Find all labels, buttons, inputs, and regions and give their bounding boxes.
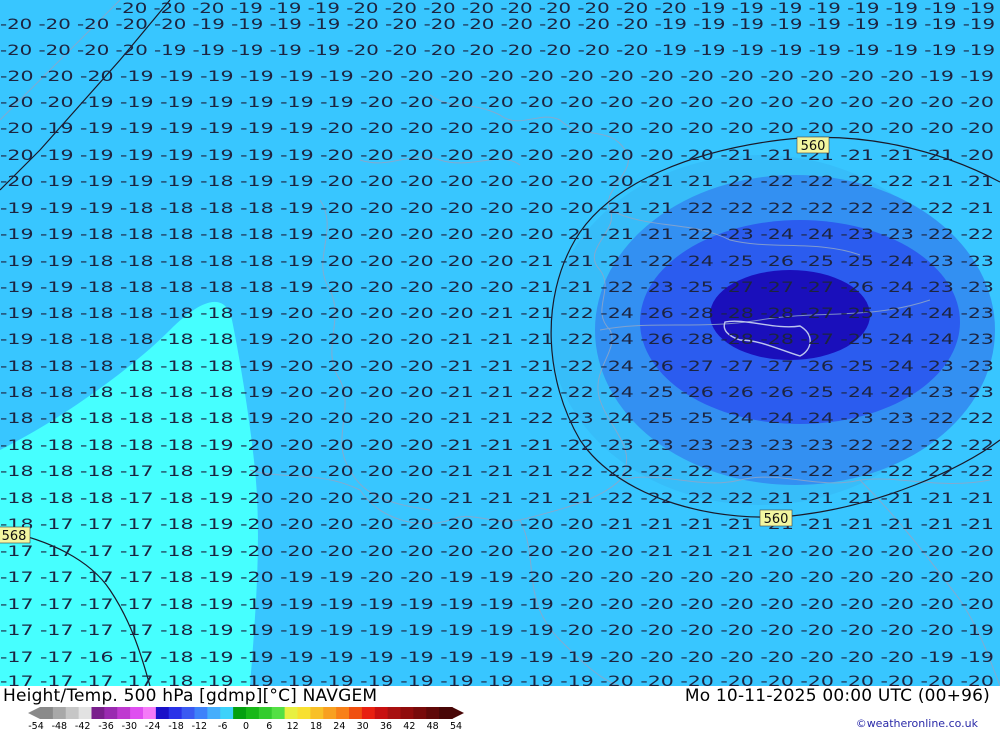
contour-label-text: 568 [2,529,27,544]
legend-swatch [143,707,157,719]
legend-swatch [194,707,208,719]
legend-tick-label: -36 [98,721,114,732]
legend-swatch [258,707,273,719]
legend-tick-label: -42 [74,721,91,732]
map-title: Height/Temp. 500 hPa [gdmp][°C] NAVGEM [3,686,378,706]
value-row: -19 -19 -18 -18 -18 -18 -18 -19 -20 -20 … [0,254,994,270]
value-row: -19 -18 -18 -18 -18 -18 -19 -20 -20 -20 … [0,332,994,348]
legend-tick-label: 48 [426,721,439,732]
legend-swatch [271,707,286,719]
legend-swatch [400,707,414,719]
legend-swatch [349,707,363,719]
legend-tick-label: 12 [286,721,299,732]
legend-swatch [413,707,427,719]
forecast-time: Mo 10-11-2025 00:00 UTC (00+96) [684,686,990,706]
value-row: -18 -18 -18 -18 -18 -19 -20 -20 -20 -20 … [0,438,994,454]
legend-tick-label: -18 [168,721,184,732]
legend-tick-label: -6 [217,721,228,732]
legend-swatch [168,707,183,719]
legend-swatch [104,707,118,719]
value-row: -17 -17 -17 -17 -18 -19 -20 -19 -19 -20 … [0,570,994,586]
value-row: -18 -18 -18 -18 -18 -18 -19 -20 -20 -20 … [0,385,994,401]
legend-tick-label: 42 [403,721,416,732]
legend-swatch [387,707,402,719]
legend-tick-label: 36 [379,721,393,732]
value-row: -17 -17 -17 -17 -18 -19 -19 -19 -19 -19 … [0,674,994,686]
legend-swatch [310,707,324,719]
legend-swatch [78,707,93,719]
legend-swatch [336,707,350,719]
value-row: -20 -20 -20 -19 -19 -19 -20 -20 -20 -20 … [115,1,995,17]
legend-swatch [207,707,221,719]
contour-label-560-top: 560 [796,136,830,154]
legend-tick-label: 6 [266,721,273,732]
legend-tick-label: -12 [191,721,208,732]
value-row: -17 -17 -16 -17 -18 -19 -19 -19 -19 -19 … [0,650,994,666]
value-row: -17 -17 -17 -17 -18 -19 -20 -20 -20 -20 … [0,544,994,560]
temperature-values: -20 -20 -20 -19 -19 -19 -20 -20 -20 -20 … [0,1,995,686]
value-row: -17 -17 -17 -17 -18 -19 -19 -19 -19 -19 … [0,597,994,613]
legend-swatch [220,707,234,719]
legend-tick-label: 30 [356,721,369,732]
value-row: -20 -19 -19 -19 -19 -19 -19 -19 -20 -20 … [0,148,994,164]
legend-ticks: -54 -48 -42 -36 -30 -24 -18 -12 -6 0 6 12 18 24 30 36 42… [0,721,480,733]
value-row: -20 -20 -19 -19 -19 -19 -19 -19 -19 -20 … [0,95,994,111]
legend-tick-label: 18 [309,721,323,732]
legend-swatch [181,707,196,719]
legend-swatch [155,707,170,719]
value-row: -20 -19 -19 -19 -19 -18 -19 -19 -20 -20 … [0,174,994,190]
contour-label-568: 568 [0,526,31,544]
legend-swatch [361,707,376,719]
legend-swatch [323,707,337,719]
legend-tick-label: -54 [28,721,44,732]
value-row: -20 -20 -20 -20 -20 -19 -19 -19 -19 -20 … [0,17,995,33]
value-row: -20 -20 -20 -19 -19 -19 -19 -19 -19 -20 … [0,69,994,85]
legend-swatch [130,707,144,719]
legend-swatch [246,707,260,719]
legend-swatch [52,707,67,719]
value-row: -19 -18 -18 -18 -18 -18 -19 -20 -20 -20 … [0,306,994,322]
legend-tick-label: -24 [144,721,161,732]
legend-tick-label: 0 [242,721,250,732]
legend-swatch [439,707,453,719]
legend-tick-label: 24 [333,721,346,732]
legend-swatch [374,707,389,719]
credit-link[interactable]: ©weatheronline.co.uk [856,717,978,730]
value-row: -18 -18 -18 -17 -18 -19 -20 -20 -20 -20 … [0,491,994,507]
legend-tick-label: -48 [51,721,68,732]
legend-arrow-right [452,707,464,719]
value-row: -18 -18 -18 -18 -18 -18 -19 -20 -20 -20 … [0,411,994,427]
value-row: -18 -17 -17 -17 -18 -19 -20 -20 -20 -20 … [0,517,994,533]
map-canvas: -20 -20 -20 -19 -19 -19 -20 -20 -20 -20 … [0,0,1000,686]
value-row: -19 -19 -18 -18 -18 -18 -18 -19 -20 -20 … [0,280,994,296]
legend-swatch [297,707,311,719]
legend-swatch [65,707,80,719]
legend-swatch [284,707,299,719]
value-row: -19 -19 -18 -18 -18 -18 -18 -19 -20 -20 … [0,227,994,243]
legend-swatch [426,707,440,719]
value-row: -17 -17 -17 -17 -18 -19 -19 -19 -19 -19 … [0,623,994,639]
legend-swatch [117,707,131,719]
contour-label-text: 560 [801,139,826,154]
legend-swatch [91,707,105,719]
contour-label-text: 560 [764,512,789,527]
legend-arrow-left [28,707,40,719]
value-row: -19 -19 -19 -18 -18 -18 -18 -19 -20 -20 … [0,201,994,217]
contour-label-560-bottom: 560 [759,509,793,527]
color-legend [28,707,464,719]
legend-swatch [233,707,247,719]
legend-tick-label: 54 [449,721,463,732]
value-row: -20 -19 -19 -19 -19 -19 -19 -19 -20 -20 … [0,121,994,137]
value-row: -18 -18 -18 -18 -18 -18 -19 -20 -20 -20 … [0,359,994,375]
map-footer: Height/Temp. 500 hPa [gdmp][°C] NAVGEM M… [0,686,1000,733]
value-row: -20 -20 -20 -20 -19 -19 -19 -19 -19 -20 … [0,43,995,59]
legend-swatch [40,707,54,719]
legend-tick-label: -30 [121,721,138,732]
value-row: -18 -18 -18 -17 -18 -19 -20 -20 -20 -20 … [0,464,994,480]
weather-map: -20 -20 -20 -19 -19 -19 -20 -20 -20 -20 … [0,0,1000,686]
